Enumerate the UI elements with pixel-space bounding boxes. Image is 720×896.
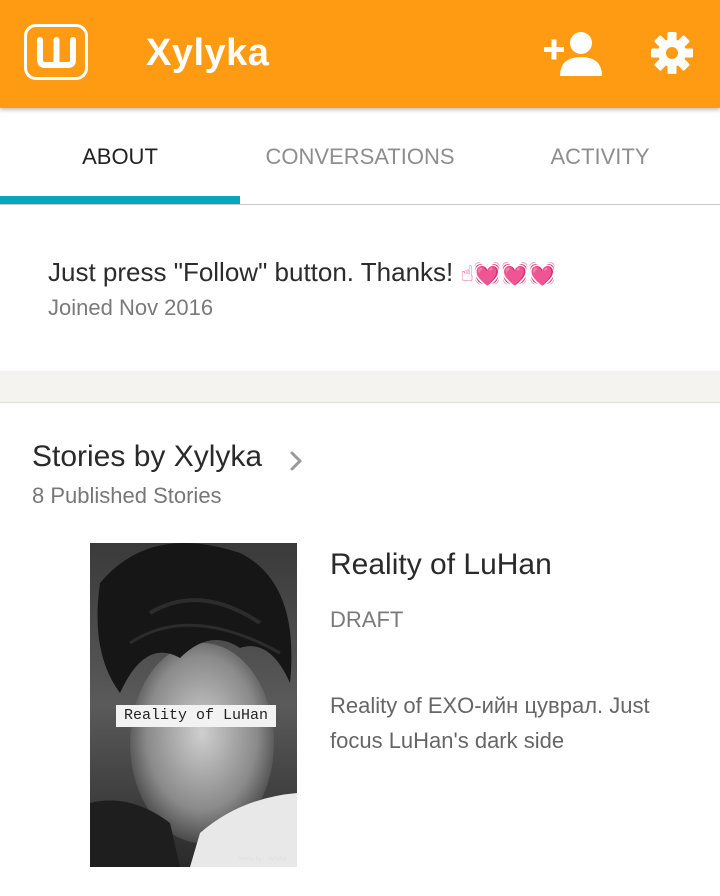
story-title[interactable]: Reality of LuHan xyxy=(330,548,552,582)
section-divider xyxy=(0,371,720,403)
profile-username-title: Xylyka xyxy=(146,32,270,74)
gear-icon[interactable] xyxy=(650,31,694,75)
active-tab-indicator xyxy=(0,196,240,204)
published-stories-count: 8 Published Stories xyxy=(32,483,222,508)
story-cover-image[interactable]: Reality of LuHan Story by: Xylyka xyxy=(90,543,297,867)
about-description: Just press "Follow" button. Thanks! ☝💓💓💓 xyxy=(48,257,556,288)
about-text: Just press "Follow" button. Thanks! xyxy=(48,257,454,287)
cover-credit-text: Story by: Xylyka xyxy=(238,856,287,862)
chevron-right-icon[interactable] xyxy=(288,450,304,472)
profile-tabs: ABOUT CONVERSATIONS ACTIVITY xyxy=(0,108,720,205)
about-section: Just press "Follow" button. Thanks! ☝💓💓💓… xyxy=(0,205,720,371)
tab-about[interactable]: ABOUT xyxy=(0,108,240,204)
app-bar: Xylyka xyxy=(0,0,720,108)
emoji-text: ☝💓💓💓 xyxy=(460,261,557,286)
joined-date: Joined Nov 2016 xyxy=(48,295,214,320)
add-user-icon[interactable] xyxy=(544,30,602,76)
wattpad-logo-icon[interactable] xyxy=(24,24,88,80)
story-status-badge: DRAFT xyxy=(330,607,404,632)
tab-activity[interactable]: ACTIVITY xyxy=(480,108,720,204)
story-description: Reality of EXO-ийн цуврал. Just focus Lu… xyxy=(330,693,650,753)
cover-title-text: Reality of LuHan xyxy=(116,705,276,727)
stories-header[interactable]: Stories by Xylyka xyxy=(32,440,262,474)
tab-conversations[interactable]: CONVERSATIONS xyxy=(240,108,480,204)
